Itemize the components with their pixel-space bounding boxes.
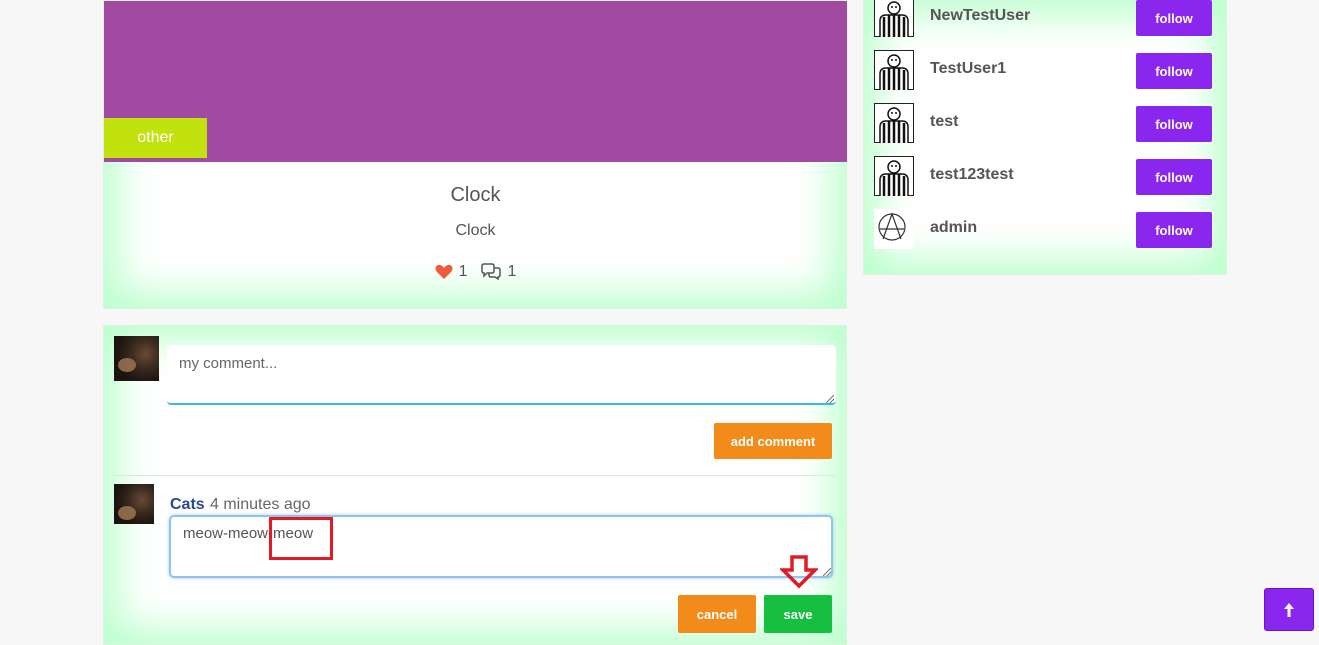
comments-icon[interactable] <box>480 263 502 281</box>
follow-button[interactable]: follow <box>1136 159 1212 195</box>
user-row: test123test follow <box>874 156 1214 198</box>
user-name[interactable]: admin <box>930 219 977 237</box>
referee-avatar-icon[interactable] <box>874 0 914 37</box>
comment-author-avatar <box>114 484 154 524</box>
user-name[interactable]: NewTestUser <box>930 7 1030 25</box>
follow-button[interactable]: follow <box>1136 106 1212 142</box>
user-name[interactable]: test123test <box>930 166 1014 184</box>
user-row: TestUser1 follow <box>874 50 1214 92</box>
arrow-up-icon <box>1284 602 1294 617</box>
user-name[interactable]: test <box>930 113 958 131</box>
current-user-avatar <box>114 336 159 381</box>
category-badge[interactable]: other <box>104 118 207 158</box>
new-comment-input[interactable] <box>167 345 836 405</box>
user-row: test follow <box>874 103 1214 145</box>
comments-count: 1 <box>507 263 517 280</box>
comments-card: add comment Cats 4 minutes ago meow-meow… <box>103 325 847 645</box>
follow-button[interactable]: follow <box>1136 212 1212 248</box>
post-description: Clock <box>455 222 496 239</box>
referee-avatar-icon[interactable] <box>874 156 914 196</box>
referee-avatar-icon[interactable] <box>874 103 914 143</box>
heart-icon[interactable] <box>435 264 453 280</box>
resize-grip-icon[interactable] <box>823 568 831 576</box>
likes-count: 1 <box>458 263 468 280</box>
highlight-box <box>269 517 333 560</box>
comment-time: 4 minutes ago <box>210 496 311 513</box>
post-title[interactable]: Clock <box>104 184 847 207</box>
user-name[interactable]: TestUser1 <box>930 60 1006 78</box>
scroll-to-top-button[interactable] <box>1264 588 1314 631</box>
referee-avatar-icon[interactable] <box>874 50 914 90</box>
resize-grip-icon[interactable] <box>826 395 834 403</box>
comment-author[interactable]: Cats <box>170 496 205 514</box>
arrow-down-icon <box>778 555 820 594</box>
user-row: admin follow <box>874 209 1214 251</box>
user-row: NewTestUser follow <box>874 0 1214 39</box>
post-stats: 1 1 <box>104 263 847 281</box>
post-card: other Clock Clock 1 1 <box>103 0 847 309</box>
add-comment-button[interactable]: add comment <box>714 423 832 459</box>
users-sidebar: NewTestUser follow TestUser1 follow test… <box>863 0 1227 275</box>
save-button[interactable]: save <box>764 595 832 633</box>
divider <box>114 475 836 476</box>
post-image[interactable] <box>104 1 847 162</box>
follow-button[interactable]: follow <box>1136 0 1212 36</box>
cancel-button[interactable]: cancel <box>678 595 756 633</box>
anarchy-avatar-icon[interactable] <box>874 209 914 249</box>
follow-button[interactable]: follow <box>1136 53 1212 89</box>
